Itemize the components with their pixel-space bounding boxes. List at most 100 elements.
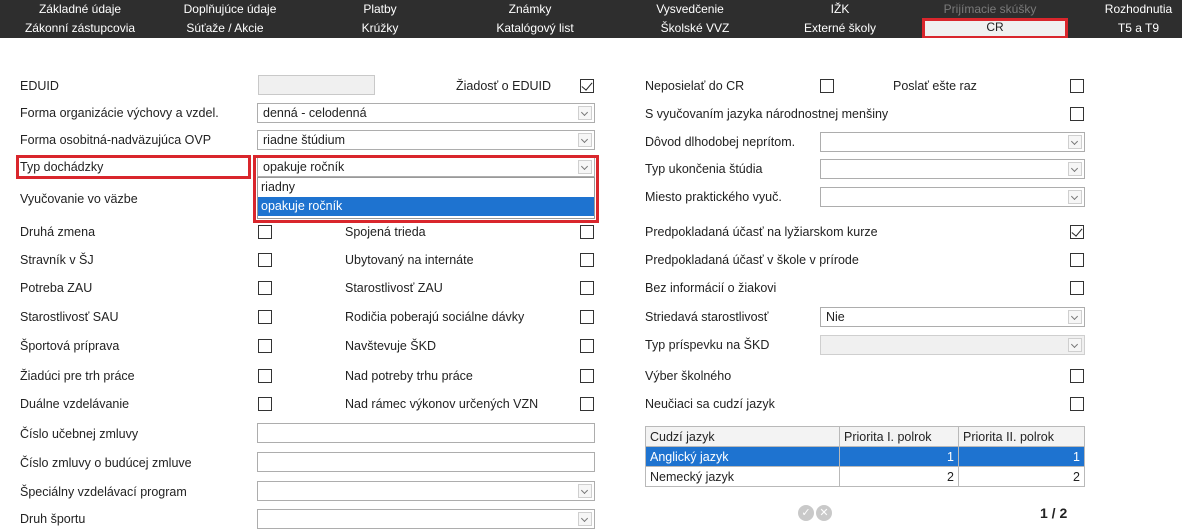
ziadost-eduid-checkbox[interactable] <box>580 79 594 93</box>
tab-platby[interactable]: Platby <box>330 0 430 19</box>
cudzi-jazyk-table: Cudzí jazyk Priorita I. polrok Priorita … <box>645 426 1085 487</box>
rodicia-davky-label: Rodičia poberajú sociálne dávky <box>345 310 525 324</box>
typ-dochadzky-select[interactable]: opakuje ročník <box>257 157 595 177</box>
poslat-este-raz-checkbox[interactable] <box>1070 79 1084 93</box>
tab-skolske-vvz[interactable]: Školské VVZ <box>640 19 750 38</box>
starostlivost-zau-label: Starostlivosť ZAU <box>345 281 443 295</box>
specialny-program-select[interactable] <box>257 481 595 501</box>
confirm-icon[interactable]: ✓ <box>798 505 814 521</box>
ziadaci-trh-checkbox[interactable] <box>258 369 272 383</box>
skola-v-prirode-label: Predpokladaná účasť v škole v prírode <box>645 253 859 267</box>
forma-org-value: denná - celodenná <box>263 106 367 120</box>
nad-ramec-checkbox[interactable] <box>580 397 594 411</box>
cislo-buducej-label: Číslo zmluvy o budúcej zmluve <box>20 456 192 470</box>
sportova-priprava-checkbox[interactable] <box>258 339 272 353</box>
tab-sutaze-akcie[interactable]: Súťaže / Akcie <box>170 19 280 38</box>
navstevuje-skd-checkbox[interactable] <box>580 339 594 353</box>
skola-v-prirode-checkbox[interactable] <box>1070 253 1084 267</box>
chevron-down-icon[interactable] <box>578 133 592 147</box>
nad-potreby-checkbox[interactable] <box>580 369 594 383</box>
table-cell[interactable]: 1 <box>839 446 959 467</box>
specialny-program-label: Špeciálny vzdelávací program <box>20 485 187 499</box>
cislo-ucebnej-input[interactable] <box>257 423 595 443</box>
eduid-field[interactable] <box>258 75 375 95</box>
chevron-down-icon[interactable] <box>1068 310 1082 324</box>
tab-zakonni-zastupcovia[interactable]: Zákonní zástupcovia <box>10 19 150 38</box>
rodicia-davky-checkbox[interactable] <box>580 310 594 324</box>
chevron-down-icon <box>1068 338 1082 352</box>
tab-cr[interactable]: CR <box>922 18 1068 39</box>
typ-ukoncenia-select[interactable] <box>820 159 1085 179</box>
table-cell[interactable]: 2 <box>958 466 1085 487</box>
cislo-buducej-input[interactable] <box>257 452 595 472</box>
stravnik-checkbox[interactable] <box>258 253 272 267</box>
column-header[interactable]: Cudzí jazyk <box>645 426 840 447</box>
dropdown-option-riadny[interactable]: riadny <box>258 178 594 197</box>
table-cell[interactable]: 1 <box>958 446 1085 467</box>
bez-informacii-label: Bez informácií o žiakovi <box>645 281 777 295</box>
starostlivost-sau-checkbox[interactable] <box>258 310 272 324</box>
tab-rozhodnutia[interactable]: Rozhodnutia <box>1095 0 1182 19</box>
dualne-label: Duálne vzdelávanie <box>20 397 130 411</box>
tab-kruzky[interactable]: Krúžky <box>330 19 430 38</box>
miesto-prakt-select[interactable] <box>820 187 1085 207</box>
table-cell[interactable]: Anglický jazyk <box>645 446 840 467</box>
potreba-zau-checkbox[interactable] <box>258 281 272 295</box>
stravnik-label: Stravník v ŠJ <box>20 253 94 267</box>
ubytovany-label: Ubytovaný na internáte <box>345 253 474 267</box>
tab-row-1: Základné údaje Doplňujúce údaje Platby Z… <box>0 0 1182 19</box>
cislo-ucebnej-label: Číslo učebnej zmluvy <box>20 427 139 441</box>
forma-org-select[interactable]: denná - celodenná <box>257 103 595 123</box>
druha-zmena-checkbox[interactable] <box>258 225 272 239</box>
table-row[interactable]: Nemecký jazyk 2 2 <box>645 466 1085 487</box>
dovod-nepritom-label: Dôvod dlhodobej neprítom. <box>645 135 796 149</box>
chevron-down-icon[interactable] <box>578 160 592 174</box>
column-header[interactable]: Priorita I. polrok <box>839 426 959 447</box>
neuciaci-checkbox[interactable] <box>1070 397 1084 411</box>
chevron-down-icon[interactable] <box>578 512 592 526</box>
lyziarsky-checkbox[interactable] <box>1070 225 1084 239</box>
chevron-down-icon[interactable] <box>578 106 592 120</box>
table-cell[interactable]: 2 <box>839 466 959 487</box>
cancel-icon[interactable]: ✕ <box>816 505 832 521</box>
forma-osob-select[interactable]: riadne štúdium <box>257 130 595 150</box>
spojena-trieda-checkbox[interactable] <box>580 225 594 239</box>
striedava-label: Striedavá starostlivosť <box>645 310 769 324</box>
spojena-trieda-label: Spojená trieda <box>345 225 426 239</box>
ziadaci-trh-label: Žiadúci pre trh práce <box>20 369 135 383</box>
column-header[interactable]: Priorita II. polrok <box>958 426 1085 447</box>
neposielat-cr-checkbox[interactable] <box>820 79 834 93</box>
chevron-down-icon[interactable] <box>1068 190 1082 204</box>
tab-katalogovy-list[interactable]: Katalógový list <box>475 19 595 38</box>
striedava-select[interactable]: Nie <box>820 307 1085 327</box>
tab-t5-t9[interactable]: T5 a T9 <box>1095 19 1182 38</box>
chevron-down-icon[interactable] <box>578 484 592 498</box>
table-cell[interactable]: Nemecký jazyk <box>645 466 840 487</box>
nad-potreby-label: Nad potreby trhu práce <box>345 369 473 383</box>
chevron-down-icon[interactable] <box>1068 135 1082 149</box>
tab-znamky[interactable]: Známky <box>480 0 580 19</box>
dropdown-option-opakuje-rocnik[interactable]: opakuje ročník <box>258 197 594 216</box>
starostlivost-zau-checkbox[interactable] <box>580 281 594 295</box>
forma-osob-label: Forma osobitná-nadväzujúca OVP <box>20 133 212 147</box>
dovod-nepritom-select[interactable] <box>820 132 1085 152</box>
miesto-prakt-label: Miesto praktického vyuč. <box>645 190 782 204</box>
vyber-skolneho-checkbox[interactable] <box>1070 369 1084 383</box>
cr-form: EDUID Žiadosť o EDUID Forma organizácie … <box>0 38 1182 529</box>
narodnostna-mensina-checkbox[interactable] <box>1070 107 1084 121</box>
druh-sportu-select[interactable] <box>257 509 595 529</box>
bez-informacii-checkbox[interactable] <box>1070 281 1084 295</box>
poslat-este-raz-label: Poslať ešte raz <box>893 79 977 93</box>
druh-sportu-label: Druh športu <box>20 512 86 526</box>
chevron-down-icon[interactable] <box>1068 162 1082 176</box>
navstevuje-skd-label: Navštevuje ŠKD <box>345 339 437 353</box>
starostlivost-sau-label: Starostlivosť SAU <box>20 310 119 324</box>
ubytovany-checkbox[interactable] <box>580 253 594 267</box>
tab-vysvedcenie[interactable]: Vysvedčenie <box>630 0 750 19</box>
tab-externe-skoly[interactable]: Externé školy <box>780 19 900 38</box>
tab-izk[interactable]: IŽK <box>800 0 880 19</box>
tab-doplnujuce-udaje[interactable]: Doplňujúce údaje <box>170 0 290 19</box>
dualne-checkbox[interactable] <box>258 397 272 411</box>
table-row[interactable]: Anglický jazyk 1 1 <box>645 446 1085 467</box>
tab-zakladne-udaje[interactable]: Základné údaje <box>20 0 140 19</box>
